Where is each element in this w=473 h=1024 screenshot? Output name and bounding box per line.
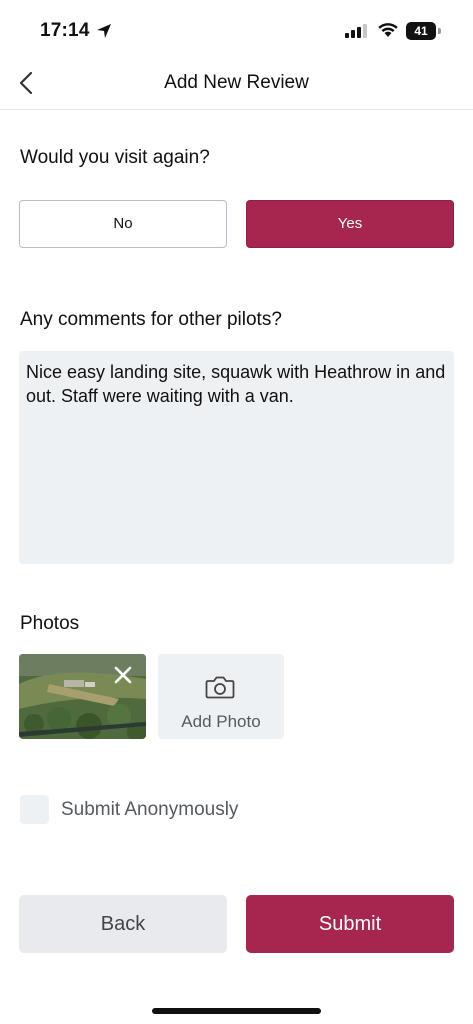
battery-icon: 41 <box>406 22 442 40</box>
visit-again-label: Would you visit again? <box>20 147 210 168</box>
photo-thumbnail[interactable] <box>19 654 146 739</box>
status-time: 17:14 <box>40 20 90 41</box>
anonymous-checkbox[interactable] <box>20 795 49 824</box>
add-photo-label: Add Photo <box>181 712 261 731</box>
battery-level: 41 <box>406 22 436 40</box>
add-photo-button[interactable]: Add Photo <box>158 654 284 739</box>
home-indicator <box>152 1008 321 1014</box>
photos-label: Photos <box>20 613 80 634</box>
yes-button[interactable]: Yes <box>246 200 454 248</box>
no-button[interactable]: No <box>19 200 227 248</box>
header-divider <box>0 109 473 110</box>
back-button[interactable]: Back <box>19 895 227 953</box>
wifi-icon <box>378 23 398 37</box>
close-icon[interactable] <box>110 662 136 688</box>
submit-button[interactable]: Submit <box>246 895 454 953</box>
page-title: Add New Review <box>164 72 309 93</box>
camera-icon <box>205 676 235 699</box>
signal-icon <box>345 24 367 38</box>
comments-label: Any comments for other pilots? <box>20 309 282 330</box>
comments-textarea[interactable]: Nice easy landing site, squawk with Heat… <box>19 351 454 564</box>
location-arrow-icon <box>97 24 111 38</box>
anonymous-label[interactable]: Submit Anonymously <box>61 799 238 821</box>
